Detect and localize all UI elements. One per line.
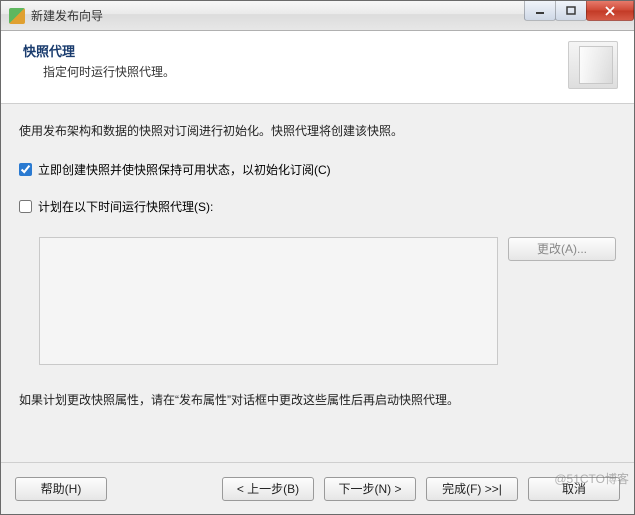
help-button[interactable]: 帮助(H) [15,477,107,501]
option-schedule[interactable]: 计划在以下时间运行快照代理(S): [19,198,616,215]
next-button[interactable]: 下一步(N) > [324,477,416,501]
header-text: 快照代理 指定何时运行快照代理。 [23,41,175,80]
titlebar[interactable]: 新建发布向导 [1,1,634,31]
schedule-area: 更改(A)... [19,237,616,365]
create-now-checkbox[interactable] [19,163,32,176]
intro-text: 使用发布架构和数据的快照对订阅进行初始化。快照代理将创建该快照。 [19,122,616,139]
header-graphic-icon [568,41,618,89]
wizard-content: 使用发布架构和数据的快照对订阅进行初始化。快照代理将创建该快照。 立即创建快照并… [1,104,634,462]
cancel-button[interactable]: 取消 [528,477,620,501]
footnote-text: 如果计划更改快照属性，请在“发布属性”对话框中更改这些属性后再启动快照代理。 [19,391,616,408]
close-button[interactable] [586,1,634,21]
app-icon [9,8,25,24]
back-button[interactable]: < 上一步(B) [222,477,314,501]
create-now-label: 立即创建快照并使快照保持可用状态，以初始化订阅(C) [38,161,331,178]
schedule-label: 计划在以下时间运行快照代理(S): [38,198,213,215]
wizard-header: 快照代理 指定何时运行快照代理。 [1,31,634,104]
wizard-window: 新建发布向导 快照代理 指定何时运行快照代理。 使用发布架构和数据的快照对订阅进… [0,0,635,515]
schedule-checkbox[interactable] [19,200,32,213]
maximize-button[interactable] [555,1,587,21]
window-controls [525,1,634,23]
maximize-icon [566,6,576,16]
change-button: 更改(A)... [508,237,616,261]
minimize-button[interactable] [524,1,556,21]
close-icon [604,6,616,16]
schedule-display-box [39,237,498,365]
window-title: 新建发布向导 [31,7,103,24]
wizard-footer: 帮助(H) < 上一步(B) 下一步(N) > 完成(F) >>| 取消 [1,462,634,514]
option-create-now[interactable]: 立即创建快照并使快照保持可用状态，以初始化订阅(C) [19,161,616,178]
finish-button[interactable]: 完成(F) >>| [426,477,518,501]
page-subtitle: 指定何时运行快照代理。 [43,63,175,80]
page-title: 快照代理 [23,41,175,60]
minimize-icon [535,6,545,16]
